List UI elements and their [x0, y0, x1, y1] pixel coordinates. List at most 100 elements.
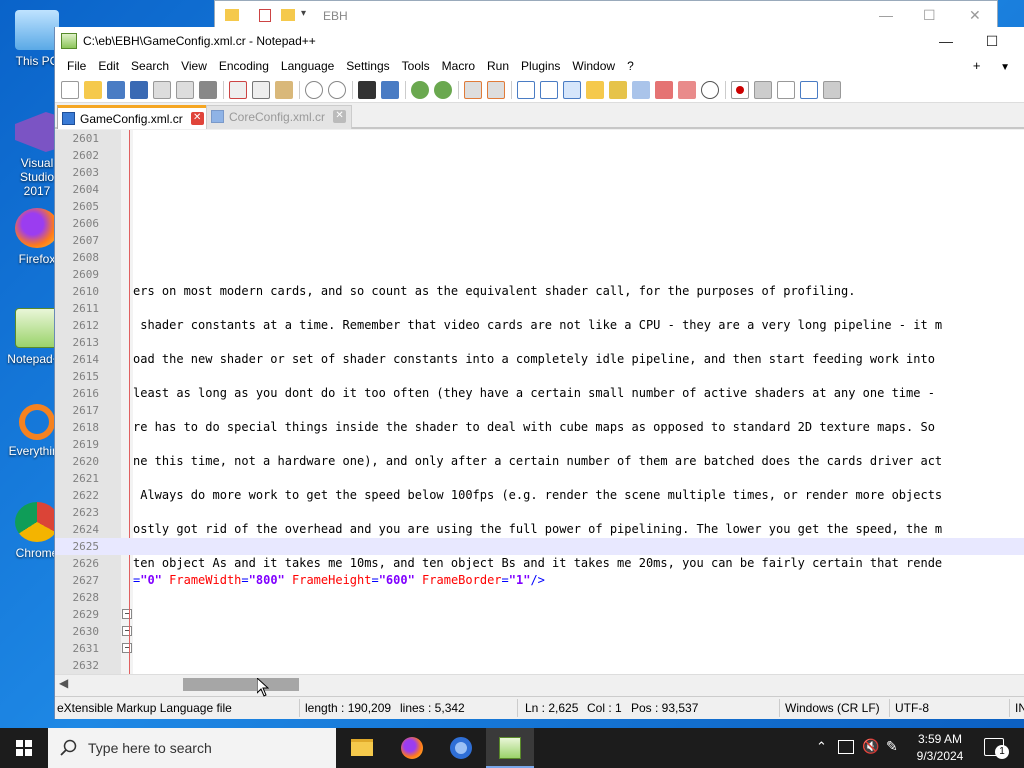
menu-help[interactable]: ? [621, 59, 640, 73]
menu-search[interactable]: Search [125, 59, 175, 73]
stop-macro-icon[interactable] [754, 80, 772, 99]
code-line[interactable]: 2601 [55, 130, 1024, 147]
minimize-button[interactable]: — [931, 30, 961, 52]
code-line[interactable]: 2605 [55, 198, 1024, 215]
taskbar-firefox[interactable] [388, 728, 436, 768]
code-line[interactable]: 2620 ne this time, not a hardware one), a… [55, 453, 1024, 470]
save-macro-icon[interactable] [823, 80, 841, 99]
code-line[interactable]: 2628 [55, 589, 1024, 606]
new-tab-plus-icon[interactable]: + [973, 58, 981, 73]
menu-file[interactable]: File [61, 59, 92, 73]
menu-language[interactable]: Language [275, 59, 340, 73]
close-file-icon[interactable] [153, 80, 171, 99]
new-file-icon[interactable] [61, 80, 79, 99]
menu-tools[interactable]: Tools [396, 59, 436, 73]
code-line[interactable]: 2604 [55, 181, 1024, 198]
code-line[interactable]: 2609 [55, 266, 1024, 283]
taskbar-chrome[interactable] [437, 728, 485, 768]
network-icon[interactable] [838, 740, 854, 754]
code-line[interactable]: 2616 least as long as you dont do it too … [55, 385, 1024, 402]
code-line[interactable]: 2610 ers on most modern cards, and so cou… [55, 283, 1024, 300]
menu-view[interactable]: View [175, 59, 213, 73]
taskbar-file-explorer[interactable] [338, 728, 386, 768]
notification-center-icon[interactable]: 1 [984, 738, 1009, 759]
menu-run[interactable]: Run [481, 59, 515, 73]
clock[interactable]: 3:59 AM 9/3/2024 [905, 731, 975, 765]
horizontal-scrollbar[interactable]: ◀ [55, 674, 1024, 692]
code-line[interactable]: 2608 [55, 249, 1024, 266]
title-bar[interactable]: C:\eb\EBH\GameConfig.xml.cr - Notepad++ … [55, 27, 1024, 55]
tab-gameconfig[interactable]: GameConfig.xml.cr ✕ [57, 105, 210, 129]
eye-icon[interactable] [701, 80, 719, 99]
sync-vertical-icon[interactable] [464, 80, 482, 99]
code-line[interactable]: 2606 [55, 215, 1024, 232]
menu-encoding[interactable]: Encoding [213, 59, 275, 73]
undo-icon[interactable] [305, 80, 323, 99]
menu-edit[interactable]: Edit [92, 59, 125, 73]
pen-ink-icon[interactable]: ✎ [886, 738, 898, 768]
zoom-in-icon[interactable] [411, 80, 429, 99]
scroll-left-icon[interactable]: ◀ [59, 676, 68, 690]
maximize-icon[interactable]: ☐ [923, 7, 936, 24]
close-all-icon[interactable] [176, 80, 194, 99]
code-line[interactable]: 2613 [55, 334, 1024, 351]
replace-icon[interactable] [381, 80, 399, 99]
code-line[interactable]: 2623 [55, 504, 1024, 521]
code-line[interactable]: 2626 ten object As and it takes me 10ms, … [55, 555, 1024, 572]
menu-settings[interactable]: Settings [340, 59, 395, 73]
show-hidden-icons-icon[interactable]: ⌃ [816, 739, 827, 768]
tab-list-down-icon[interactable]: ▼ [1000, 62, 1010, 73]
code-line[interactable]: 2602 [55, 147, 1024, 164]
explorer-window[interactable]: ▾ EBH — ☐ ✕ [214, 0, 998, 30]
find-icon[interactable] [358, 80, 376, 99]
show-all-characters-icon[interactable] [540, 80, 558, 99]
minimize-icon[interactable]: — [879, 7, 893, 23]
menu-window[interactable]: Window [566, 59, 621, 73]
save-all-icon[interactable] [130, 80, 148, 99]
tab-close-icon[interactable]: ✕ [190, 112, 204, 125]
code-line[interactable]: 2622 Always do more work to get the spee… [55, 487, 1024, 504]
indent-guide-icon[interactable] [563, 80, 581, 99]
play-macro-icon[interactable] [777, 80, 795, 99]
cut-icon[interactable] [229, 80, 247, 99]
folder-workspace-icon[interactable] [655, 80, 673, 99]
start-button[interactable] [0, 728, 48, 768]
code-line[interactable]: 2621 [55, 470, 1024, 487]
open-file-icon[interactable] [84, 80, 102, 99]
code-line[interactable]: 2619 [55, 436, 1024, 453]
dropdown-arrow-icon[interactable]: ▾ [301, 8, 306, 19]
save-icon[interactable] [107, 80, 125, 99]
code-line[interactable]: 2630 [55, 623, 1024, 640]
print-icon[interactable] [199, 80, 217, 99]
tab-coreconfig[interactable]: CoreConfig.xml.cr ✕ [206, 105, 353, 129]
text-editor[interactable]: 2601 2602 2603 2604 2605 2606 2607 2608 2609 2610… [55, 130, 1024, 674]
copy-icon[interactable] [252, 80, 270, 99]
code-line[interactable]: 2632 [55, 657, 1024, 674]
user-language-icon[interactable] [586, 80, 604, 99]
volume-muted-icon[interactable]: 🔇 [862, 738, 879, 768]
sync-horizontal-icon[interactable] [487, 80, 505, 99]
code-line[interactable]: 2631 [55, 640, 1024, 657]
tab-close-icon[interactable]: ✕ [333, 110, 347, 123]
taskbar-search-box[interactable]: Type here to search [48, 728, 336, 768]
close-icon[interactable]: ✕ [969, 7, 981, 24]
record-macro-icon[interactable] [731, 80, 749, 99]
zoom-out-icon[interactable] [434, 80, 452, 99]
code-line[interactable]: 2627 ="0" FrameWidth="800" FrameHeight="6… [55, 572, 1024, 589]
code-line[interactable]: 2625 [55, 538, 1024, 555]
code-line[interactable]: 2607 [55, 232, 1024, 249]
code-line[interactable]: 2614 oad the new shader or set of shader … [55, 351, 1024, 368]
play-multiple-icon[interactable] [800, 80, 818, 99]
taskbar-notepadpp[interactable] [486, 728, 534, 768]
maximize-button[interactable]: ☐ [977, 30, 1007, 52]
code-line[interactable]: 2618 re has to do special things inside t… [55, 419, 1024, 436]
code-line[interactable]: 2611 [55, 300, 1024, 317]
word-wrap-icon[interactable] [517, 80, 535, 99]
code-line[interactable]: 2629 [55, 606, 1024, 623]
redo-icon[interactable] [328, 80, 346, 99]
scrollbar-thumb[interactable] [183, 678, 299, 691]
code-line[interactable]: 2624 ostly got rid of the overhead and yo… [55, 521, 1024, 538]
monitoring-icon[interactable] [678, 80, 696, 99]
function-list-icon[interactable] [632, 80, 650, 99]
document-map-icon[interactable] [609, 80, 627, 99]
